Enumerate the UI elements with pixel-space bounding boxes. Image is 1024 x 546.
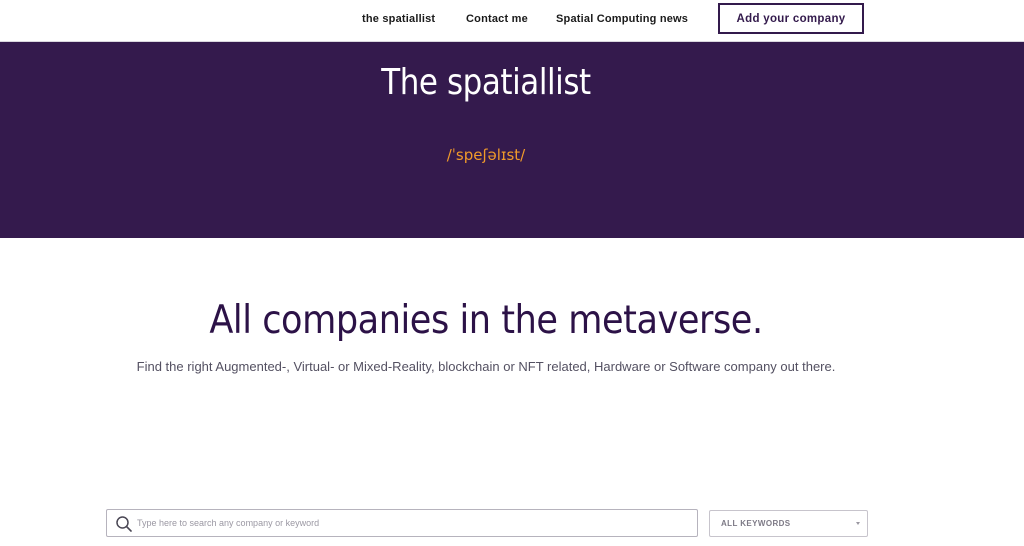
chevron-down-icon: [856, 522, 860, 525]
page-headline: All companies in the metaverse.: [209, 298, 763, 343]
top-navigation: the spatiallist Contact me Spatial Compu…: [0, 0, 1024, 42]
hero-title: The spatiallist: [381, 62, 591, 103]
nav-link-the-spatiallist[interactable]: the spatiallist: [362, 13, 435, 25]
search-icon: [115, 515, 133, 533]
hero-phonetic: /ˈspeʃəlɪst/: [446, 146, 526, 164]
hero-banner: The spatiallist /ˈspeʃəlɪst/: [0, 42, 1024, 238]
add-your-company-button[interactable]: Add your company: [718, 3, 864, 34]
nav-link-contact-me[interactable]: Contact me: [466, 13, 528, 25]
nav-link-spatial-computing-news[interactable]: Spatial Computing news: [556, 13, 688, 25]
keyword-filter-value: ALL KEYWORDS: [721, 519, 791, 528]
search-input[interactable]: [137, 511, 687, 535]
keyword-filter-select[interactable]: ALL KEYWORDS: [709, 510, 868, 537]
search-box[interactable]: [106, 509, 698, 537]
page-subtext: Find the right Augmented-, Virtual- or M…: [136, 359, 836, 374]
